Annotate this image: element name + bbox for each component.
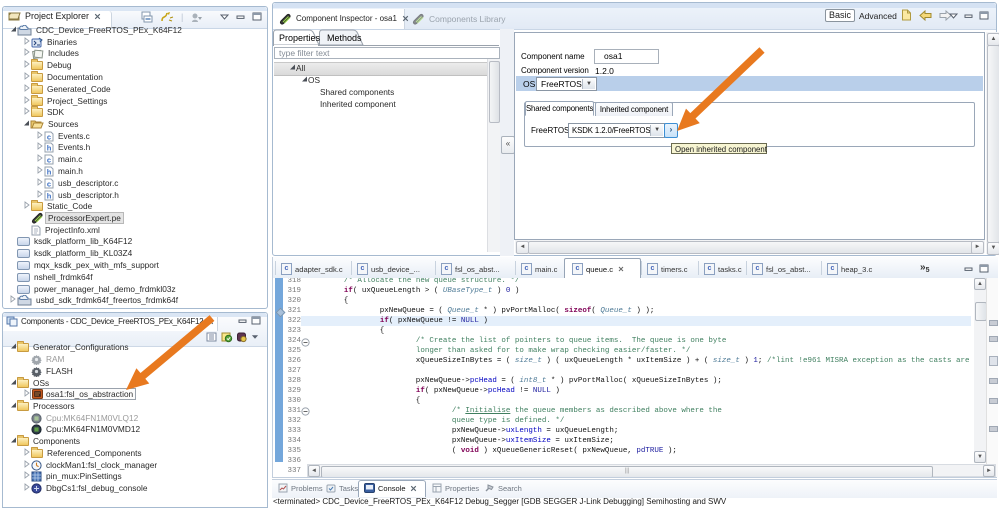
- svg-text:h: h: [47, 191, 52, 200]
- svg-text:c: c: [47, 132, 51, 141]
- svg-text:h: h: [47, 143, 52, 152]
- svg-text:c: c: [47, 179, 51, 188]
- svg-text:h: h: [47, 167, 52, 176]
- svg-text:c: c: [47, 155, 51, 164]
